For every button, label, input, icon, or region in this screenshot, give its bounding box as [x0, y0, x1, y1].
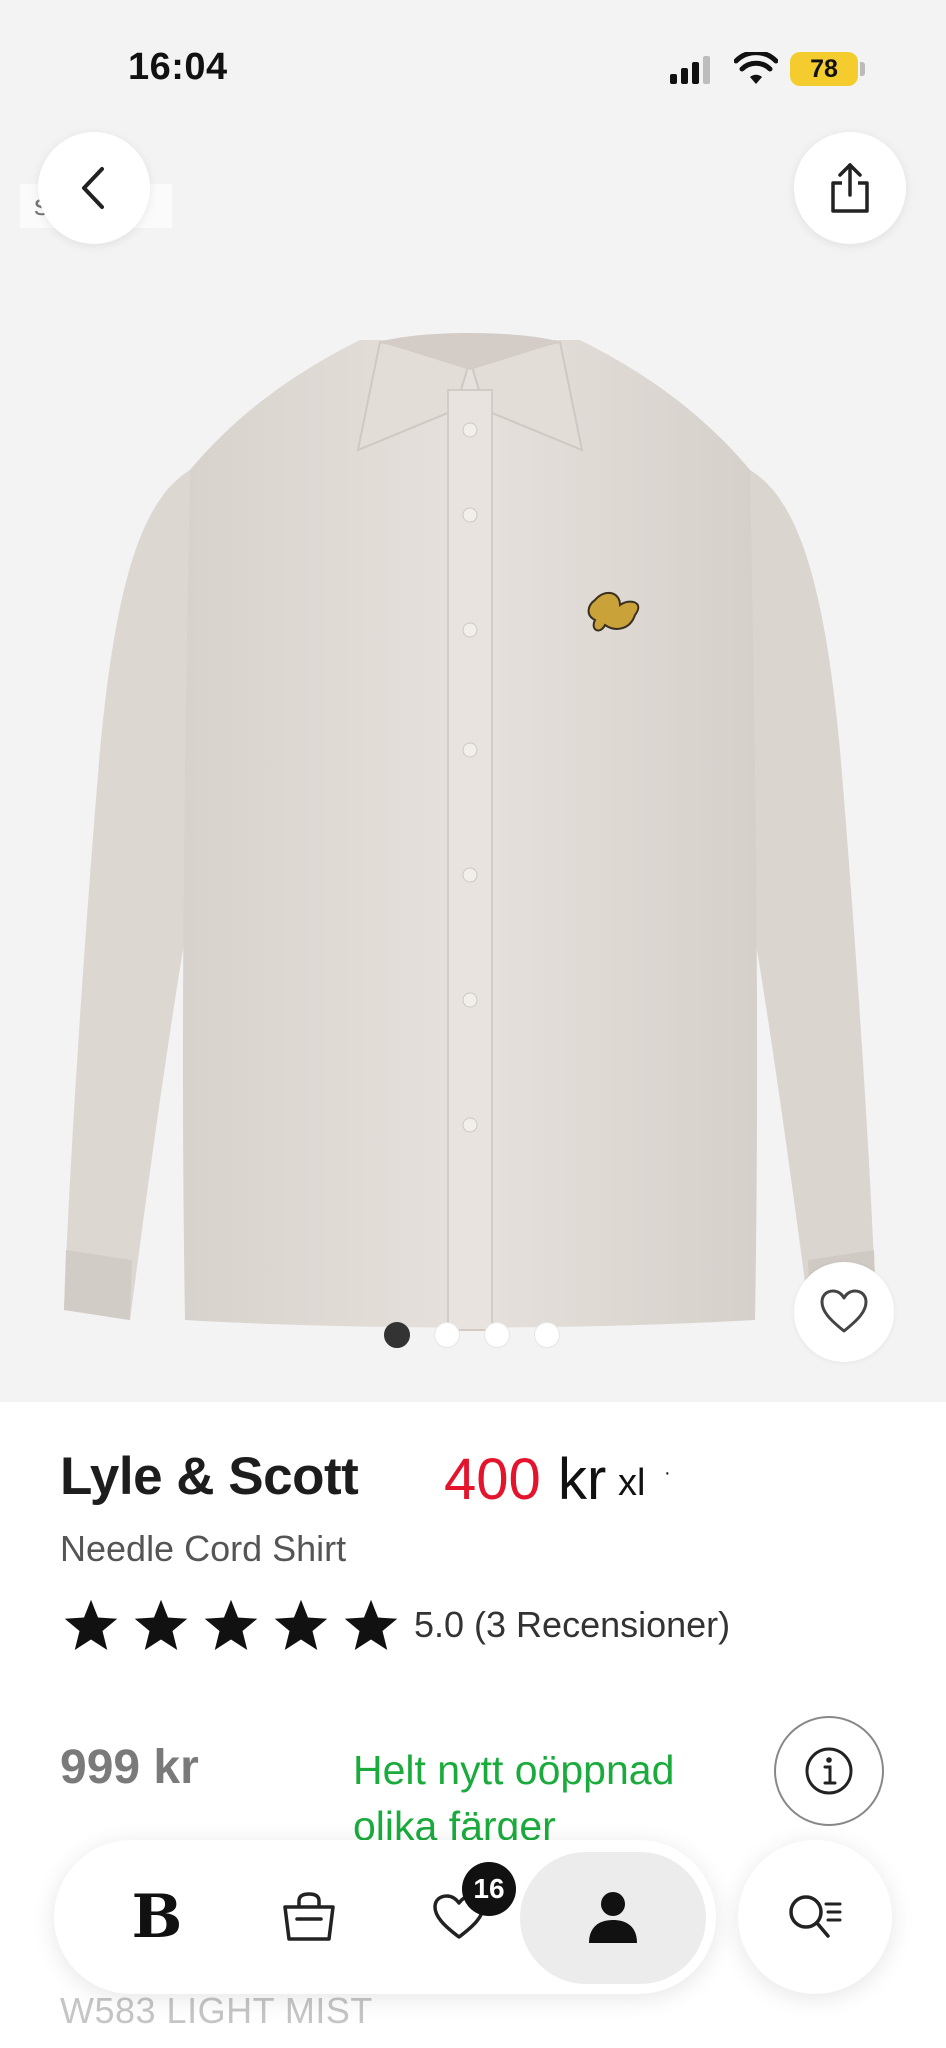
favorites-count-badge: 16: [462, 1862, 516, 1916]
chevron-left-icon: [82, 167, 104, 209]
favorite-button[interactable]: [794, 1262, 894, 1362]
cellular-signal-icon: [670, 56, 710, 84]
share-button[interactable]: [794, 132, 906, 244]
size-mark: ·: [664, 1462, 671, 1484]
product-photo-shirt: [64, 333, 876, 1331]
home-logo-icon: B: [131, 1882, 183, 1952]
image-carousel-indicator[interactable]: [384, 1322, 560, 1348]
product-name: Needle Cord Shirt: [60, 1528, 347, 1569]
original-price: 999 kr: [60, 1741, 199, 1794]
carousel-dot[interactable]: [434, 1322, 460, 1348]
star-icon: [64, 1599, 118, 1650]
carousel-dot[interactable]: [484, 1322, 510, 1348]
sale-price: 400: [444, 1447, 541, 1512]
star-icon: [204, 1599, 258, 1650]
star-icon: [134, 1599, 188, 1650]
nav-profile[interactable]: [566, 1870, 660, 1964]
info-button[interactable]: [774, 1716, 884, 1826]
share-icon: [831, 163, 869, 213]
search-list-icon: [789, 1895, 842, 1938]
seller-note: Helt nytt oöppnad olika färger: [353, 1747, 675, 1849]
size-label: xl: [618, 1462, 646, 1504]
profile-icon: [589, 1892, 637, 1943]
star-icon: [274, 1599, 328, 1650]
battery-indicator: 78: [790, 52, 858, 86]
carousel-dot[interactable]: [534, 1322, 560, 1348]
status-time: 16:04: [128, 46, 228, 88]
battery-tip: [860, 62, 865, 76]
heart-icon: [820, 1289, 868, 1333]
nav-home[interactable]: B: [110, 1870, 204, 1964]
wifi-icon: [734, 52, 778, 84]
back-button[interactable]: [38, 132, 150, 244]
info-icon: [805, 1747, 853, 1795]
bag-icon: [283, 1892, 335, 1941]
rating-stars[interactable]: [60, 1596, 402, 1656]
carousel-dot[interactable]: [384, 1322, 410, 1348]
star-icon: [344, 1599, 398, 1650]
search-button[interactable]: [738, 1840, 892, 1994]
nav-shop[interactable]: [262, 1870, 356, 1964]
price-currency: kr: [558, 1447, 607, 1512]
product-sku: W583 LIGHT MIST: [60, 1990, 373, 2031]
rating-text[interactable]: 5.0 (3 Recensioner): [414, 1604, 730, 1646]
product-brand: Lyle & Scott: [60, 1447, 359, 1506]
